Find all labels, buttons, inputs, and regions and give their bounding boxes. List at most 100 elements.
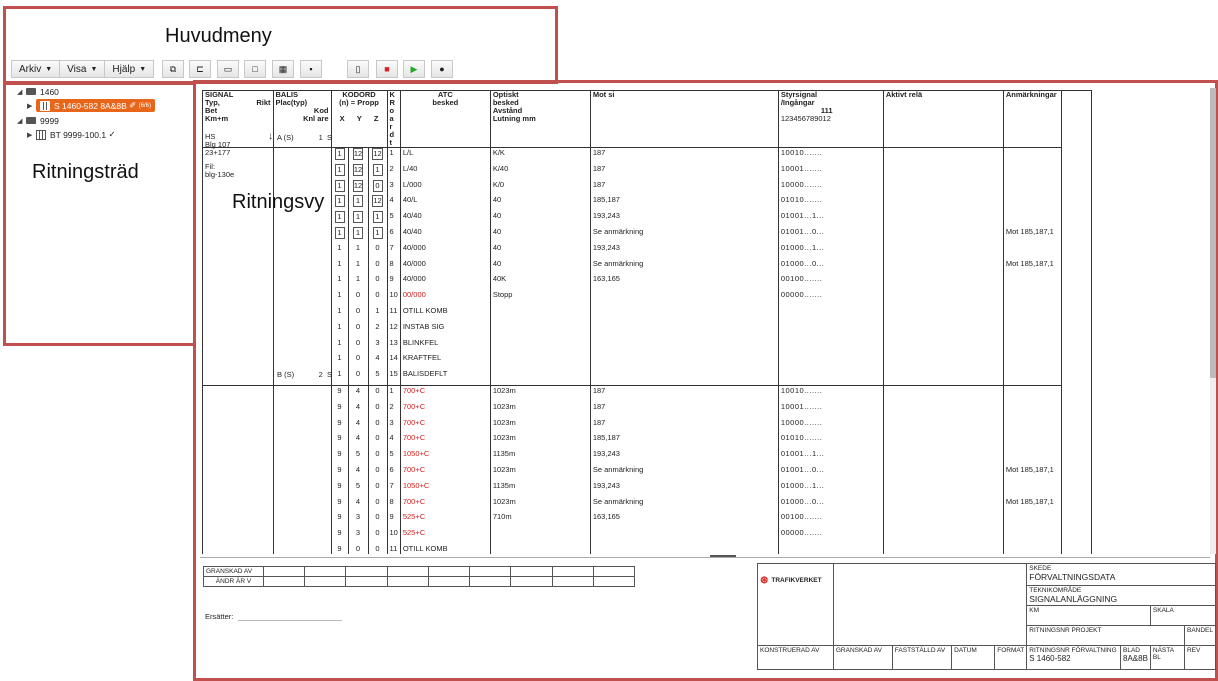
cell-empty: [203, 496, 274, 513]
document-icon[interactable]: ▯: [347, 60, 369, 78]
cell-anm: [1003, 147, 1062, 164]
header-anm: Anmärkningar: [1003, 91, 1062, 148]
cell-mot: 187: [590, 179, 779, 196]
cell-empty: [203, 242, 274, 259]
cell-value: 700+C: [402, 464, 426, 474]
cell-anm: [1003, 305, 1062, 322]
cell-value: 00100.......: [780, 274, 823, 284]
cell-value: K/40: [492, 163, 509, 173]
layout-icon[interactable]: ▦: [272, 60, 294, 78]
vertical-scrollbar[interactable]: [1210, 88, 1216, 554]
blad-value: 8A&8B: [1123, 654, 1148, 663]
table-row: 1 12 1 2 L/40 K/40 187 10001.......: [203, 163, 1062, 180]
cell-empty: [273, 385, 332, 402]
tree-icon[interactable]: ⊏: [189, 60, 211, 78]
cell-mot: 193,243: [590, 480, 779, 497]
save-icon[interactable]: ▪: [300, 60, 322, 78]
cell-value: 40/40: [402, 211, 422, 221]
cell-value: 193,243: [592, 449, 620, 459]
tree-node-s1460[interactable]: ▶ S 1460-582 8A&8B ✐ (6/6): [27, 99, 155, 112]
tree-node-bt9999[interactable]: ▶ BT 9999-100.1 ✓: [27, 128, 116, 141]
cell-atc: L/L: [400, 147, 491, 164]
cell-y: 0: [348, 321, 369, 338]
cell-anm: [1003, 433, 1062, 450]
play-icon[interactable]: ▶: [403, 60, 425, 78]
cell-value: 4: [355, 464, 361, 474]
cell-anm: [1003, 401, 1062, 418]
cell-value: 9: [337, 464, 342, 474]
panel-icon[interactable]: ▭: [217, 60, 239, 78]
cell-k: 3: [387, 417, 401, 434]
cell-anm: [1003, 211, 1062, 227]
cell-styr: 10000.......: [778, 179, 884, 196]
cell-opt: 40: [490, 226, 591, 243]
pdf-icon[interactable]: ■: [376, 60, 398, 78]
cell-mot: 185,187: [590, 195, 779, 212]
cell-value: 187: [592, 401, 606, 411]
cell-value: 4: [355, 385, 361, 395]
cell-value: 4: [355, 417, 361, 427]
cell-x: 9: [331, 496, 349, 513]
cell-mot: 163,165: [590, 512, 779, 529]
cell-k: 4: [387, 433, 401, 450]
cell-value: Se anmärkning: [592, 464, 644, 474]
count-badge: (6/6): [138, 102, 151, 109]
edit-icon: ✓: [108, 129, 116, 139]
cell-value: 01000...1...: [780, 480, 825, 490]
cell-value: 1023m: [492, 496, 516, 506]
frame-icon[interactable]: □: [244, 60, 266, 78]
cell-value: 01001...1...: [780, 449, 825, 459]
cell-value: 5: [355, 449, 361, 459]
cell-value: 4: [389, 195, 394, 205]
expanded-icon: ◢: [17, 88, 23, 96]
cell-z: 0: [368, 242, 388, 259]
cell-y: 1: [348, 195, 369, 212]
selected-drawing[interactable]: S 1460-582 8A&8B ✐ (6/6): [36, 99, 155, 112]
cell-empty: [273, 464, 332, 481]
cell-styr: 01001...1...: [778, 449, 884, 465]
cell-value: 4: [355, 401, 361, 411]
expanded-icon: ◢: [17, 117, 23, 125]
header-aktivt: Aktivt relä: [883, 91, 1004, 148]
cell-value: 700+C: [402, 385, 426, 395]
tree-node-1460[interactable]: ◢ 1460: [17, 85, 59, 98]
cell-empty: [883, 179, 1004, 196]
window-icon[interactable]: ⧉: [162, 60, 184, 78]
cell-k: 7: [387, 242, 401, 259]
table-row: 1 0 3 13 BLINKFEL: [203, 337, 1062, 354]
cell-mot: 187: [590, 147, 779, 164]
cell-anm: [1003, 163, 1062, 180]
cell-mot: Se anmärkning: [590, 258, 779, 275]
drawing-sheet[interactable]: SIGNAL Typ, Rikt Bet Km+m BALIS Plac(typ) Kod K…: [200, 88, 1216, 554]
cell-value: 6: [389, 464, 394, 474]
cell-anm: [1003, 321, 1062, 338]
cell-value: Se anmärkning: [592, 226, 644, 236]
collapsed-icon: ▶: [27, 131, 33, 139]
cell-opt: 1023m: [490, 385, 591, 402]
cell-y: 4: [348, 433, 369, 450]
cell-value: 1: [337, 369, 342, 379]
cell-mot: 187: [590, 417, 779, 434]
menu-help[interactable]: Hjälp ▼: [104, 60, 155, 78]
info-icon[interactable]: ●: [431, 60, 453, 78]
menu-file[interactable]: Arkiv ▼: [11, 60, 61, 78]
cell-opt: 1023m: [490, 401, 591, 418]
annotation-label-tree: Ritningsträd: [32, 161, 139, 183]
cell-value: 0: [375, 496, 380, 506]
cell-styr: 10010.......: [778, 385, 884, 402]
cell-value: 0: [375, 385, 380, 395]
cell-empty: [203, 369, 274, 386]
cell-value: BALISDEFLT: [402, 369, 448, 379]
cell-opt: 40: [490, 258, 591, 275]
scrollbar-thumb[interactable]: [1210, 88, 1216, 378]
cell-value: 40: [492, 195, 502, 205]
cell-opt: K/0: [490, 179, 591, 196]
table-row: 1 1 0 8 40/000 40 Se anmärkning 01000...0... Mot…: [203, 258, 1062, 275]
cell-value: 2: [375, 321, 380, 331]
cell-empty: [203, 290, 274, 306]
cell-styr: 00100.......: [778, 274, 884, 291]
cell-z: 4: [368, 353, 388, 370]
tree-node-9999[interactable]: ◢ 9999: [17, 114, 59, 127]
cell-atc: 700+C: [400, 464, 491, 481]
menu-view[interactable]: Visa ▼: [59, 60, 106, 78]
